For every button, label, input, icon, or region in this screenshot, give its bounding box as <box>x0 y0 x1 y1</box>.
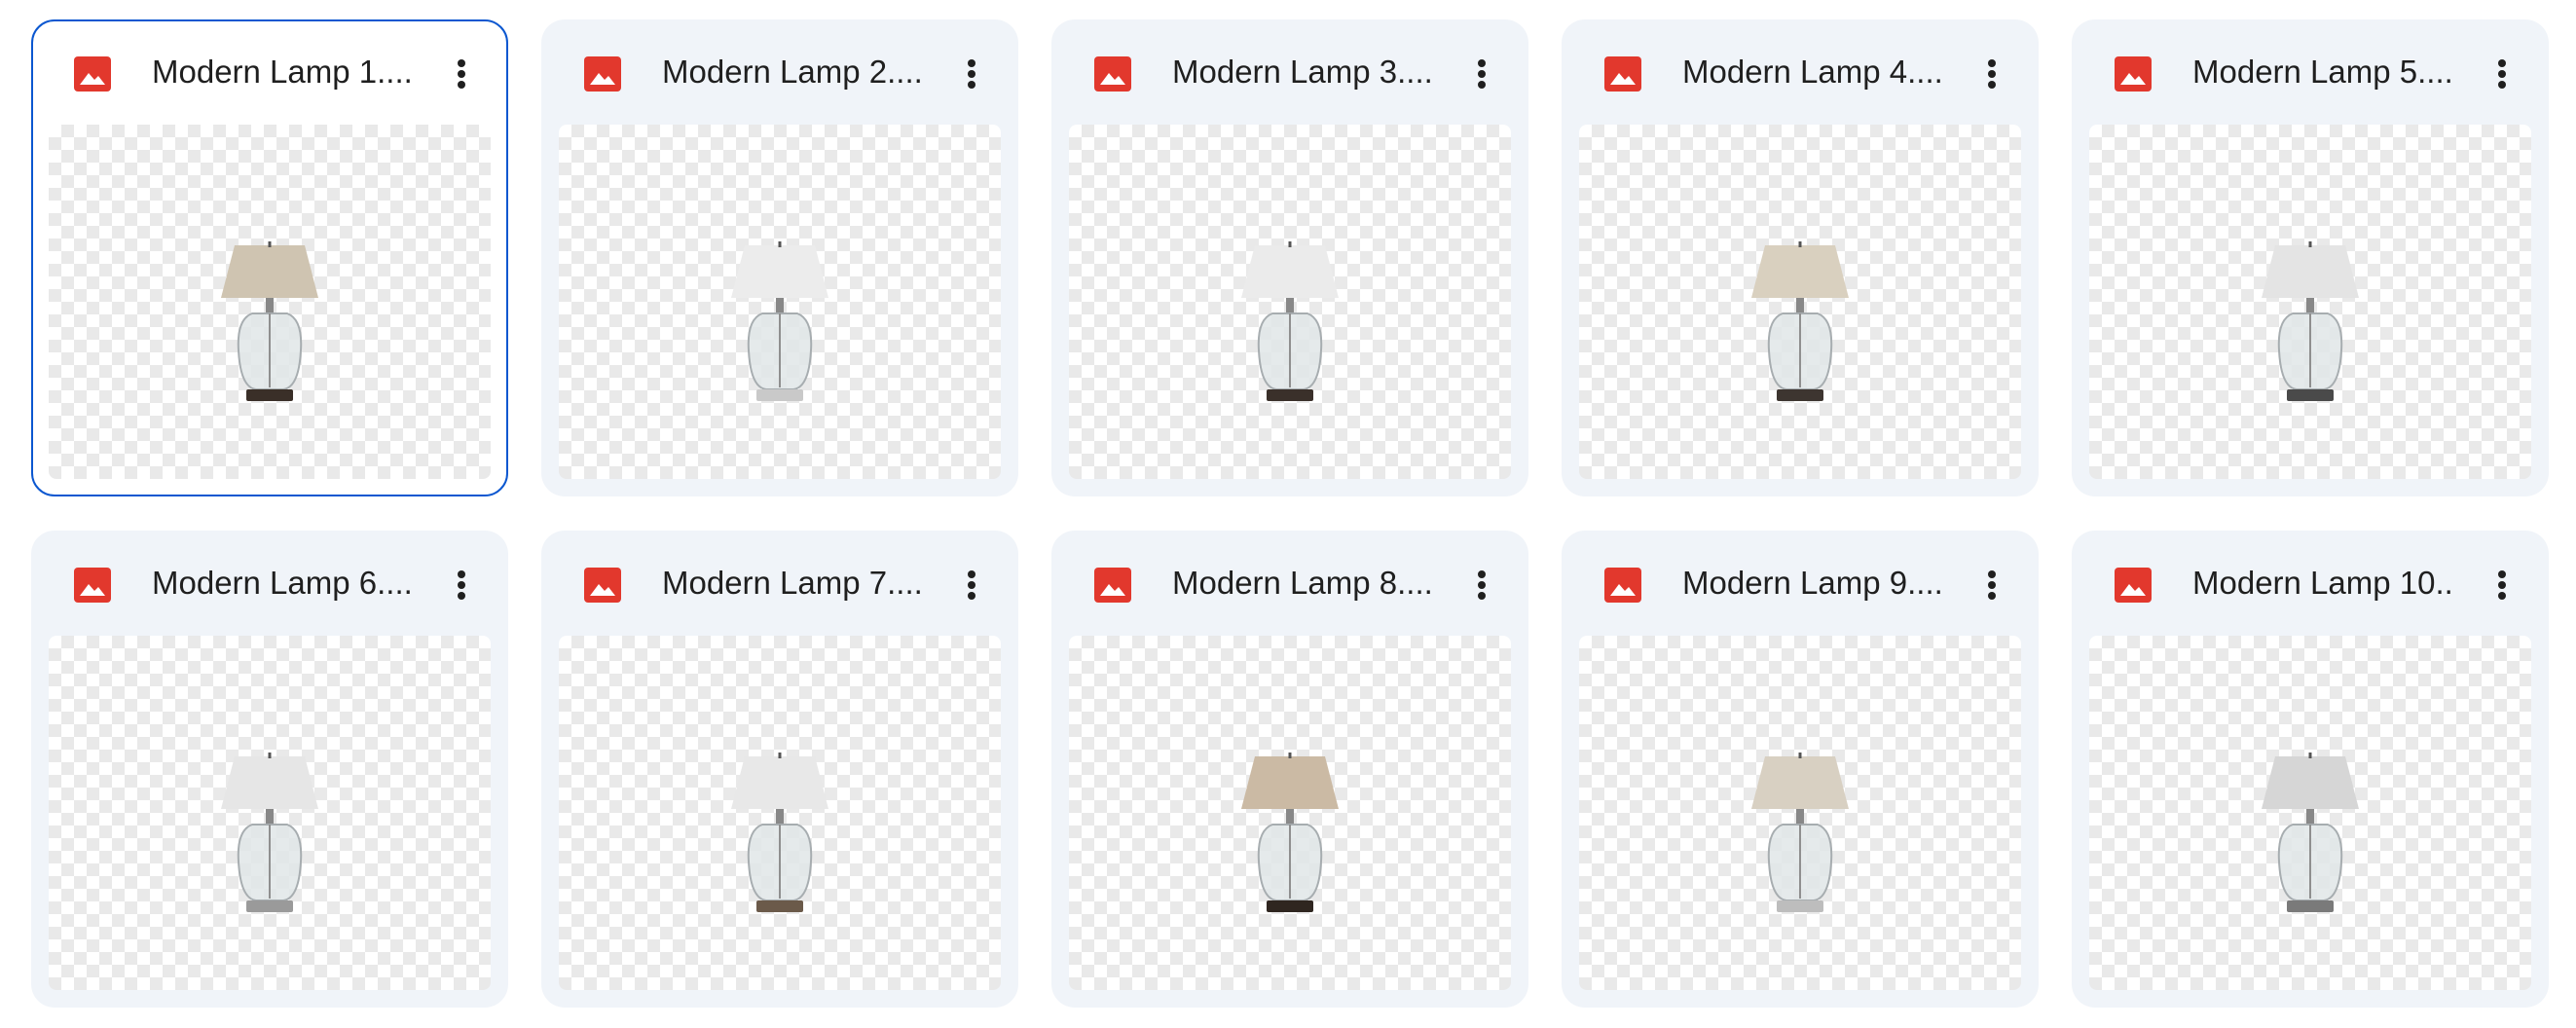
card-header: Modern Lamp 2.... <box>541 19 1018 119</box>
card-header: Modern Lamp 1.... <box>33 21 506 121</box>
image-thumbnail[interactable] <box>1579 636 2021 990</box>
card-header: Modern Lamp 10... <box>2072 531 2549 630</box>
image-file-icon <box>2115 56 2152 92</box>
more-actions-button[interactable] <box>2475 47 2529 101</box>
more-actions-button[interactable] <box>434 47 489 101</box>
image-thumbnail[interactable] <box>559 636 1001 990</box>
lamp-image <box>731 753 828 912</box>
card-header: Modern Lamp 6.... <box>31 531 508 630</box>
lamp-image <box>731 241 828 401</box>
image-file-icon <box>584 568 621 603</box>
image-thumbnail[interactable] <box>1069 125 1511 479</box>
image-thumbnail[interactable] <box>49 125 491 479</box>
file-title: Modern Lamp 4.... <box>1682 54 1943 90</box>
file-title: Modern Lamp 9.... <box>1682 565 1943 601</box>
image-file-icon <box>584 56 621 92</box>
more-actions-button[interactable] <box>1965 47 2019 101</box>
more-actions-button[interactable] <box>2475 558 2529 612</box>
image-thumbnail[interactable] <box>49 636 491 990</box>
file-card-3[interactable]: Modern Lamp 3.... <box>1051 19 1528 496</box>
file-card-9[interactable]: Modern Lamp 9.... <box>1562 531 2039 1008</box>
card-header: Modern Lamp 7.... <box>541 531 1018 630</box>
file-card-1[interactable]: Modern Lamp 1.... <box>31 19 508 496</box>
file-card-4[interactable]: Modern Lamp 4.... <box>1562 19 2039 496</box>
card-header: Modern Lamp 4.... <box>1562 19 2039 119</box>
image-file-icon <box>1094 568 1131 603</box>
more-actions-button[interactable] <box>944 558 999 612</box>
file-card-8[interactable]: Modern Lamp 8.... <box>1051 531 1528 1008</box>
image-thumbnail[interactable] <box>2089 636 2531 990</box>
file-title: Modern Lamp 5.... <box>2192 54 2453 90</box>
image-thumbnail[interactable] <box>1069 636 1511 990</box>
card-header: Modern Lamp 3.... <box>1051 19 1528 119</box>
file-title: Modern Lamp 8.... <box>1172 565 1433 601</box>
file-title: Modern Lamp 7.... <box>662 565 923 601</box>
image-file-icon <box>2115 568 2152 603</box>
more-actions-button[interactable] <box>944 47 999 101</box>
image-file-icon <box>1604 56 1641 92</box>
image-thumbnail[interactable] <box>1579 125 2021 479</box>
image-thumbnail[interactable] <box>559 125 1001 479</box>
more-actions-button[interactable] <box>1454 558 1509 612</box>
lamp-image <box>1751 753 1849 912</box>
lamp-image <box>2262 753 2359 912</box>
more-actions-button[interactable] <box>1965 558 2019 612</box>
lamp-image <box>1241 753 1339 912</box>
more-actions-button[interactable] <box>434 558 489 612</box>
file-title: Modern Lamp 2.... <box>662 54 923 90</box>
file-card-5[interactable]: Modern Lamp 5.... <box>2072 19 2549 496</box>
file-title: Modern Lamp 6.... <box>152 565 413 601</box>
lamp-image <box>221 753 318 912</box>
file-title: Modern Lamp 3.... <box>1172 54 1433 90</box>
file-title: Modern Lamp 10... <box>2192 565 2455 601</box>
file-card-10[interactable]: Modern Lamp 10... <box>2072 531 2549 1008</box>
image-thumbnail[interactable] <box>2089 125 2531 479</box>
lamp-image <box>2262 241 2359 401</box>
card-header: Modern Lamp 5.... <box>2072 19 2549 119</box>
file-title: Modern Lamp 1.... <box>152 54 413 90</box>
file-card-6[interactable]: Modern Lamp 6.... <box>31 531 508 1008</box>
lamp-image <box>1241 241 1339 401</box>
image-file-icon <box>74 56 111 92</box>
file-card-2[interactable]: Modern Lamp 2.... <box>541 19 1018 496</box>
lamp-image <box>221 241 318 401</box>
file-grid: Modern Lamp 1.... Modern Lamp 2.... Mode… <box>0 0 2576 1028</box>
card-header: Modern Lamp 8.... <box>1051 531 1528 630</box>
image-file-icon <box>74 568 111 603</box>
image-file-icon <box>1604 568 1641 603</box>
more-actions-button[interactable] <box>1454 47 1509 101</box>
image-file-icon <box>1094 56 1131 92</box>
card-header: Modern Lamp 9.... <box>1562 531 2039 630</box>
file-card-7[interactable]: Modern Lamp 7.... <box>541 531 1018 1008</box>
lamp-image <box>1751 241 1849 401</box>
